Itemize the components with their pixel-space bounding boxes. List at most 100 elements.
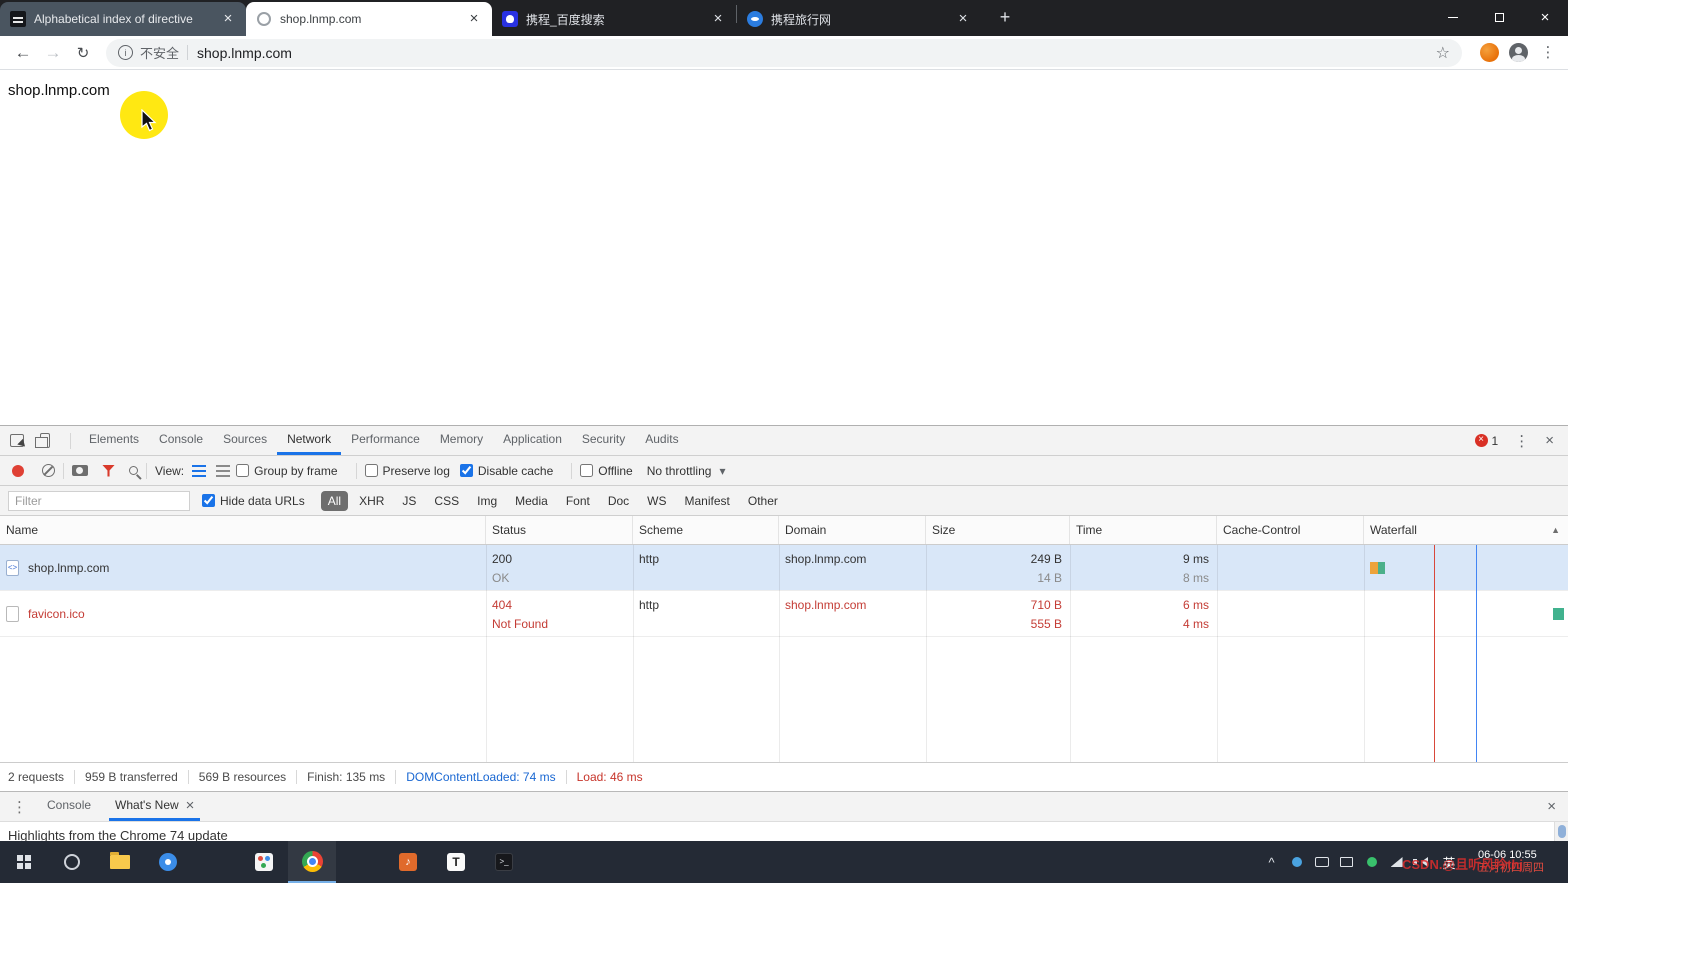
use-large-rows-icon[interactable] [192, 465, 206, 477]
filter-funnel-icon[interactable] [102, 465, 115, 477]
tab-sources[interactable]: Sources [213, 426, 277, 455]
column-header-name[interactable]: Name [0, 516, 486, 544]
drawer-scrollbar-th[interactable] [1558, 825, 1566, 838]
filter-pill-other[interactable]: Other [741, 491, 785, 511]
error-badge[interactable]: 1 [1475, 434, 1499, 448]
tab-console[interactable]: Console [149, 426, 213, 455]
browser-tab-1[interactable]: Alphabetical index of directive [0, 2, 246, 36]
inspect-element-icon[interactable] [10, 434, 24, 447]
back-button[interactable] [8, 39, 38, 67]
paint-button[interactable] [240, 841, 288, 883]
drawer-close-icon[interactable] [1547, 798, 1556, 815]
clear-icon[interactable] [42, 464, 55, 477]
throttling-dropdown[interactable]: No throttling [647, 464, 726, 478]
tab-network[interactable]: Network [277, 426, 341, 455]
disable-cache-input[interactable] [460, 464, 473, 477]
preserve-log-checkbox[interactable]: Preserve log [365, 464, 450, 478]
network-summary-bar: 2 requests 959 B transferred 569 B resou… [0, 762, 1568, 791]
devtools-menu-icon[interactable] [1514, 432, 1529, 450]
drawer-tab-whats-new[interactable]: What's New [109, 792, 200, 821]
touch-keyboard-button[interactable] [1309, 857, 1334, 867]
media-player-button[interactable] [384, 841, 432, 883]
maximize-button[interactable] [1476, 0, 1522, 34]
extension-icon[interactable] [1480, 43, 1499, 62]
tab-close-icon[interactable] [710, 11, 726, 27]
page-info-icon[interactable] [118, 45, 133, 60]
close-window-button[interactable] [1522, 0, 1568, 34]
browser-tab-2-active[interactable]: shop.lnmp.com [246, 2, 492, 36]
preserve-log-input[interactable] [365, 464, 378, 477]
typora-button[interactable] [432, 841, 480, 883]
capture-screenshots-icon[interactable] [72, 465, 88, 476]
tab-memory[interactable]: Memory [430, 426, 493, 455]
tab-close-icon[interactable] [220, 11, 236, 27]
column-header-cache-control[interactable]: Cache-Control [1217, 516, 1364, 544]
reload-button[interactable] [68, 39, 98, 67]
address-bar[interactable]: 不安全 shop.lnmp.com [106, 39, 1462, 67]
filter-pill-font[interactable]: Font [559, 491, 597, 511]
bookmark-star-icon[interactable] [1436, 43, 1450, 63]
internet-explorer-button[interactable] [192, 841, 240, 883]
search-icon[interactable] [129, 466, 138, 475]
tray-expand-icon[interactable] [1259, 855, 1284, 870]
filter-pill-img[interactable]: Img [470, 491, 504, 511]
group-by-frame-input[interactable] [236, 464, 249, 477]
network-request-row[interactable]: shop.lnmp.com 200 OK http shop.lnmp.com … [0, 545, 1568, 591]
tab-audits[interactable]: Audits [635, 426, 688, 455]
new-tab-button[interactable] [991, 4, 1019, 32]
tab-application[interactable]: Application [493, 426, 572, 455]
filter-pill-css[interactable]: CSS [427, 491, 466, 511]
blue-app-button[interactable] [144, 841, 192, 883]
profile-avatar-icon[interactable] [1509, 43, 1528, 62]
tab-title: 携程_百度搜索 [526, 11, 710, 28]
filter-input[interactable] [8, 491, 190, 511]
hide-data-urls-input[interactable] [202, 494, 215, 507]
display-settings-button[interactable] [1334, 857, 1359, 867]
offline-input[interactable] [580, 464, 593, 477]
drawer-scrollbar[interactable] [1554, 822, 1568, 842]
offline-checkbox[interactable]: Offline [580, 464, 632, 478]
filter-pill-doc[interactable]: Doc [601, 491, 636, 511]
column-header-size[interactable]: Size [926, 516, 1070, 544]
drawer-menu-icon[interactable] [12, 798, 27, 816]
forward-button[interactable] [38, 39, 68, 67]
filter-pill-js[interactable]: JS [395, 491, 423, 511]
show-overview-icon[interactable] [216, 465, 230, 477]
tray-app-button[interactable] [1284, 857, 1309, 867]
tab-close-icon[interactable] [955, 11, 971, 27]
cortana-search-button[interactable] [48, 841, 96, 883]
network-request-row-failed[interactable]: favicon.ico 404 Not Found http shop.lnmp… [0, 591, 1568, 637]
devtools-close-icon[interactable] [1545, 432, 1554, 449]
start-button[interactable] [0, 841, 48, 883]
column-header-scheme[interactable]: Scheme [633, 516, 779, 544]
browser-menu-icon[interactable] [1536, 43, 1560, 62]
terminal-button[interactable] [480, 841, 528, 883]
tab-security[interactable]: Security [572, 426, 635, 455]
drawer-tab-console[interactable]: Console [41, 792, 97, 821]
tab-performance[interactable]: Performance [341, 426, 430, 455]
filter-pill-all[interactable]: All [321, 491, 348, 511]
browser-tab-3[interactable]: 携程_百度搜索 [492, 2, 736, 36]
column-header-status[interactable]: Status [486, 516, 633, 544]
record-icon[interactable] [12, 465, 24, 477]
column-header-waterfall[interactable]: Waterfall [1364, 516, 1568, 544]
filter-pill-xhr[interactable]: XHR [352, 491, 391, 511]
browser-tab-4[interactable]: 携程旅行网 [737, 2, 981, 36]
chrome-button-active[interactable] [288, 841, 336, 883]
hide-data-urls-checkbox[interactable]: Hide data URLs [202, 494, 305, 508]
filter-pill-manifest[interactable]: Manifest [678, 491, 737, 511]
antivirus-button[interactable] [1359, 857, 1384, 867]
filter-pill-media[interactable]: Media [508, 491, 555, 511]
disable-cache-checkbox[interactable]: Disable cache [460, 464, 553, 478]
group-by-frame-checkbox[interactable]: Group by frame [236, 464, 337, 478]
column-header-time[interactable]: Time [1070, 516, 1217, 544]
device-toolbar-icon[interactable] [40, 433, 50, 448]
column-header-domain[interactable]: Domain [779, 516, 926, 544]
filter-pill-ws[interactable]: WS [640, 491, 673, 511]
minimize-button[interactable] [1430, 0, 1476, 34]
tab-elements[interactable]: Elements [79, 426, 149, 455]
edge-button[interactable] [336, 841, 384, 883]
tab-close-icon[interactable] [466, 11, 482, 27]
file-explorer-button[interactable] [96, 841, 144, 883]
drawer-tab-close-icon[interactable] [186, 797, 195, 814]
